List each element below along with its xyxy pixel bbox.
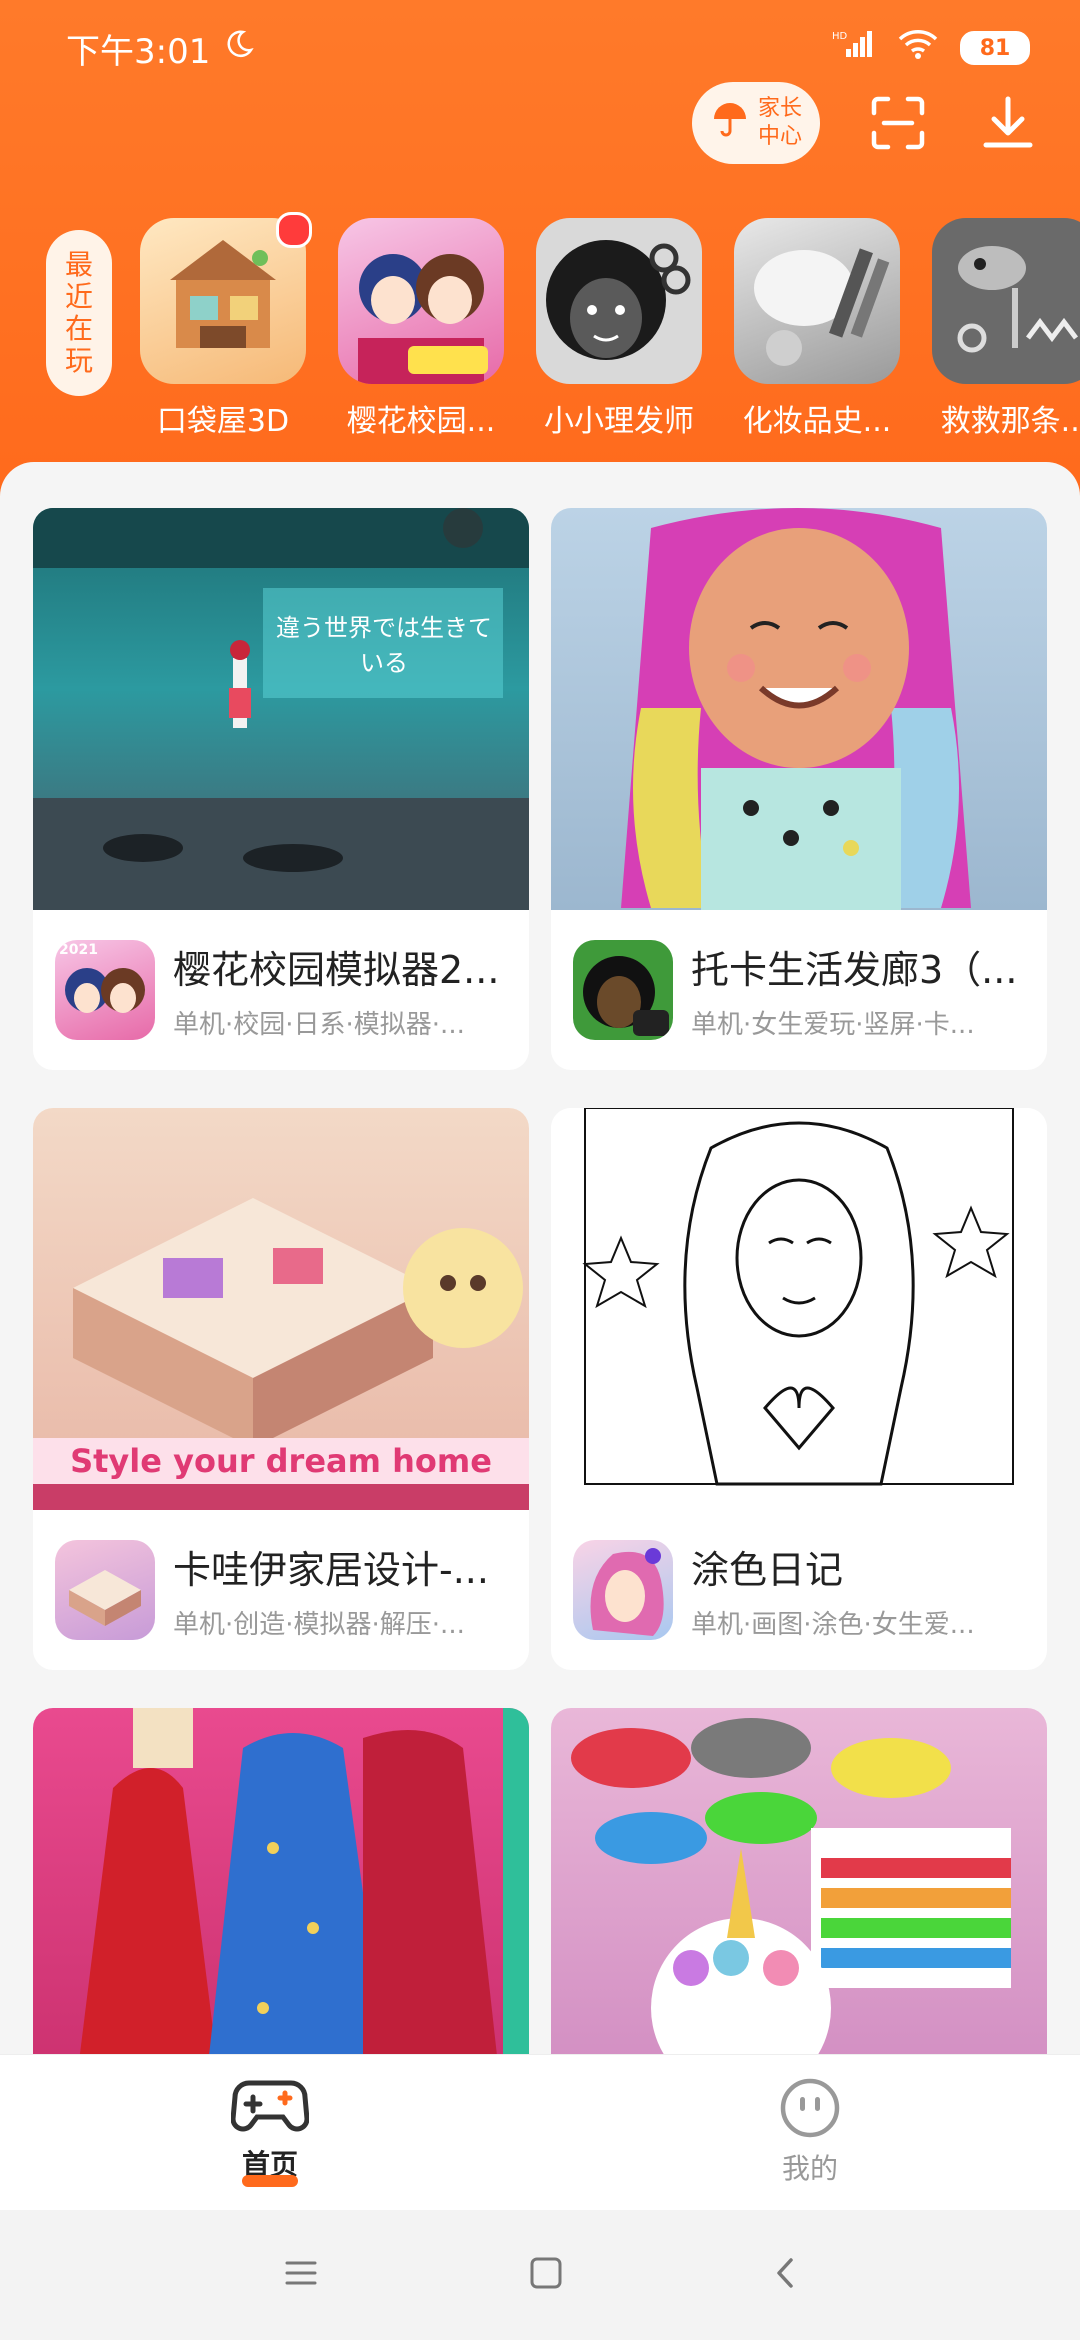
moon-icon bbox=[224, 28, 255, 68]
nav-mine[interactable]: 我的 bbox=[730, 2077, 890, 2187]
battery-indicator: 81 bbox=[960, 31, 1030, 65]
menu-icon[interactable] bbox=[283, 2258, 319, 2292]
game-icon bbox=[536, 218, 702, 384]
game-screenshot: 違う世界では生きている bbox=[33, 508, 529, 910]
download-button[interactable] bbox=[976, 91, 1040, 155]
back-icon[interactable] bbox=[773, 2256, 797, 2294]
recent-game-pocket-house[interactable]: 口袋屋3D bbox=[140, 212, 312, 440]
game-screenshot bbox=[33, 1708, 529, 2054]
recent-game-label: 口袋屋3D bbox=[156, 404, 290, 439]
game-icon bbox=[338, 218, 504, 384]
recent-game-sakura-school[interactable]: 樱花校园... bbox=[338, 218, 504, 440]
game-screenshot bbox=[551, 1108, 1047, 1510]
recent-game-save-the-fish[interactable]: 救救那条... bbox=[932, 218, 1080, 440]
game-card-sakura-school[interactable]: 違う世界では生きている 2021 樱花校园模拟器2... 单机·校园·日系·模拟… bbox=[33, 508, 529, 1070]
recent-game-little-barber[interactable]: 小小理发师 bbox=[536, 218, 702, 440]
recent-tag-char: 在 bbox=[64, 312, 93, 345]
scan-button[interactable] bbox=[866, 91, 930, 155]
game-tags: 单机·创造·模拟器·解压·... bbox=[173, 1610, 465, 1640]
game-title: 卡哇伊家居设计-... bbox=[173, 1548, 489, 1592]
game-tags: 单机·画图·涂色·女生爱... bbox=[691, 1610, 975, 1640]
game-title: 涂色日记 bbox=[691, 1548, 844, 1592]
nav-active-indicator bbox=[242, 2175, 298, 2187]
game-card-kawaii-home[interactable]: Style your dream home 卡哇伊家居设计-... 单机·创造·… bbox=[33, 1108, 529, 1670]
face-icon bbox=[780, 2078, 840, 2138]
game-card-coloring-diary[interactable]: 涂色日记 单机·画图·涂色·女生爱... bbox=[551, 1108, 1047, 1670]
umbrella-icon bbox=[710, 99, 750, 147]
game-tags: 单机·校园·日系·模拟器·... bbox=[173, 1010, 465, 1040]
game-screenshot bbox=[551, 1708, 1047, 2054]
recent-game-label: 化妆品史... bbox=[742, 404, 892, 439]
recent-game-label: 救救那条... bbox=[940, 404, 1080, 439]
game-title: 樱花校园模拟器2... bbox=[173, 948, 500, 992]
recent-tag-char: 最 bbox=[64, 248, 93, 281]
status-time: 下午3:01 bbox=[66, 31, 211, 72]
game-screenshot bbox=[551, 508, 1047, 910]
bottom-nav: 首页 我的 bbox=[0, 2054, 1080, 2211]
parent-center-label-1: 家长 bbox=[757, 96, 802, 121]
recent-game-label: 小小理发师 bbox=[544, 404, 694, 439]
logo-year-badge: 2021 bbox=[59, 942, 98, 958]
gamepad-icon bbox=[231, 2080, 309, 2132]
nav-home[interactable]: 首页 bbox=[190, 2077, 350, 2187]
game-logo: 2021 bbox=[55, 940, 155, 1040]
recent-game-cosmetics-history[interactable]: 化妆品史... bbox=[734, 218, 900, 440]
game-icon bbox=[932, 218, 1080, 384]
screenshot-caption: Style your dream home bbox=[70, 1442, 492, 1480]
game-title: 托卡生活发廊3（... bbox=[691, 948, 1018, 992]
recent-playing-tag: 最 近 在 玩 bbox=[46, 230, 112, 396]
nav-mine-label: 我的 bbox=[781, 2152, 838, 2185]
game-logo bbox=[573, 940, 673, 1040]
game-icon bbox=[734, 218, 900, 384]
signal-icon: HD bbox=[832, 28, 876, 68]
download-icon bbox=[983, 96, 1033, 148]
game-logo bbox=[573, 1540, 673, 1640]
recent-tag-char: 玩 bbox=[64, 344, 93, 377]
svg-text:HD: HD bbox=[832, 31, 848, 42]
wifi-icon bbox=[898, 28, 938, 68]
game-tags: 单机·女生爱玩·竖屏·卡... bbox=[691, 1010, 975, 1040]
game-card-dress-up[interactable] bbox=[33, 1708, 529, 2054]
parent-center-button[interactable]: 家长 中心 bbox=[692, 82, 820, 164]
screenshot-caption: 違う世界では生きている bbox=[276, 614, 492, 677]
status-bar: 下午3:01 HD 81 bbox=[66, 22, 1030, 74]
game-card-cake-maker[interactable] bbox=[551, 1708, 1047, 2054]
header: 下午3:01 HD 81 家长 中心 最 近 在 玩 口袋屋3D 樱花校园...… bbox=[0, 0, 1080, 500]
game-screenshot: Style your dream home bbox=[33, 1108, 529, 1510]
game-card-toca-hair-salon[interactable]: 托卡生活发廊3（... 单机·女生爱玩·竖屏·卡... bbox=[551, 508, 1047, 1070]
recent-games-row: 最 近 在 玩 口袋屋3D 樱花校园... 小小理发师 化妆品史... 救救那条… bbox=[0, 212, 1080, 440]
game-feed: 違う世界では生きている 2021 樱花校园模拟器2... 单机·校园·日系·模拟… bbox=[0, 462, 1080, 2054]
home-square-icon[interactable] bbox=[529, 2256, 563, 2294]
scan-icon bbox=[871, 96, 925, 150]
game-logo bbox=[55, 1540, 155, 1640]
parent-center-label-2: 中心 bbox=[757, 124, 802, 149]
system-nav-bar bbox=[0, 2210, 1080, 2340]
new-badge-dot bbox=[276, 212, 312, 248]
recent-tag-char: 近 bbox=[64, 280, 93, 313]
recent-game-label: 樱花校园... bbox=[346, 404, 496, 439]
